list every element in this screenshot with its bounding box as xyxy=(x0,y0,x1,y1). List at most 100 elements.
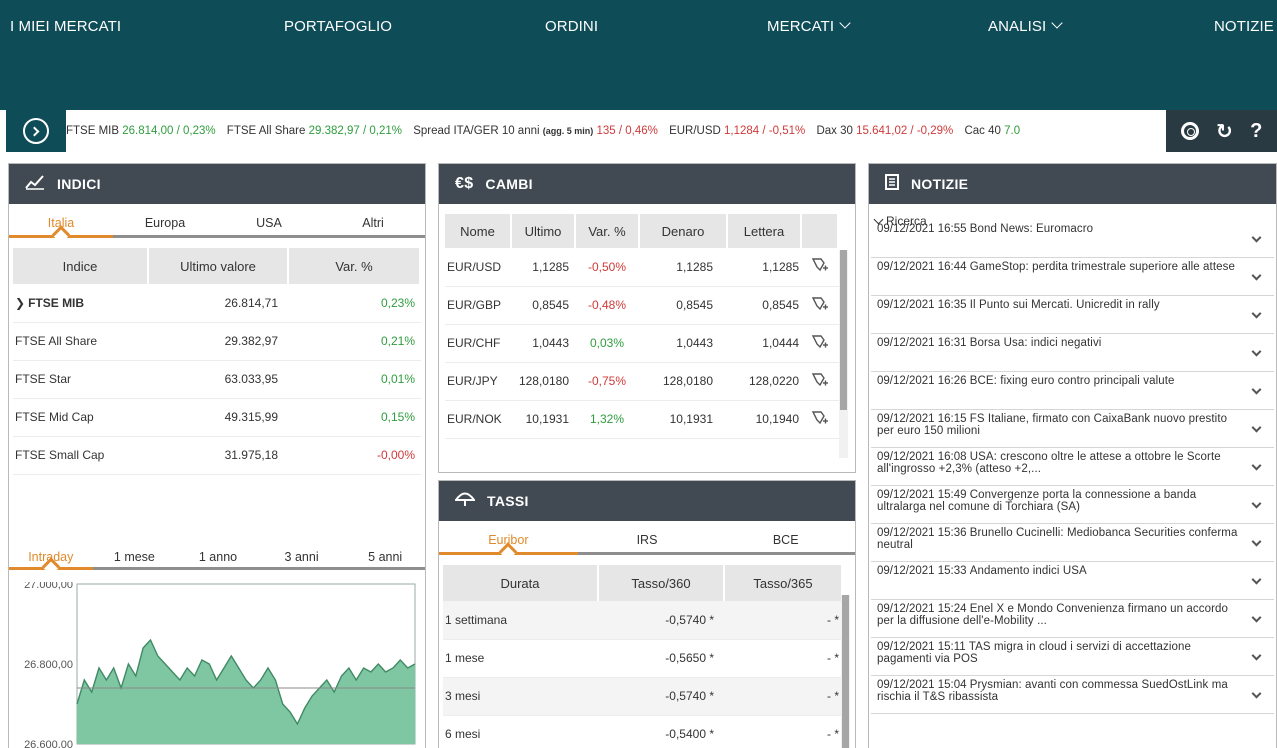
chevron-down-icon[interactable] xyxy=(1251,688,1262,699)
ticker-item[interactable]: Spread ITA/GER 10 anni (agg. 5 min) 135 … xyxy=(413,125,658,137)
col-denaro[interactable]: Denaro xyxy=(639,214,728,248)
tab-usa[interactable]: USA xyxy=(217,210,321,235)
chevron-down-icon[interactable] xyxy=(1251,270,1262,281)
search-toggle[interactable]: Ricerca xyxy=(869,204,1276,228)
tab-bce[interactable]: BCE xyxy=(716,527,855,552)
chevron-down-icon[interactable] xyxy=(1251,422,1262,433)
chevron-down-icon[interactable] xyxy=(1251,460,1262,471)
tab-intraday[interactable]: Intraday xyxy=(9,544,93,570)
cell-rate-360: -0,5650 * xyxy=(598,639,724,678)
table-row[interactable]: 1 mese -0,5650 * - * xyxy=(443,639,843,678)
refresh-icon[interactable]: ↻ xyxy=(1216,119,1233,144)
ticker-item[interactable]: EUR/USD 1,1284 / -0,51% xyxy=(669,125,805,137)
news-item[interactable]: 09/12/2021 16:44 GameStop: perdita trime… xyxy=(871,258,1274,296)
cell-rate-365: - * xyxy=(724,715,843,748)
add-alert-icon[interactable] xyxy=(811,257,829,273)
help-icon[interactable]: ? xyxy=(1250,120,1262,143)
col-indice[interactable]: Indice xyxy=(13,248,149,284)
col-nome[interactable]: Nome xyxy=(445,214,512,248)
chevron-down-icon[interactable] xyxy=(1251,384,1262,395)
chevron-down-icon[interactable] xyxy=(1251,498,1262,509)
chevron-down-icon[interactable] xyxy=(1251,612,1262,623)
news-item[interactable]: 09/12/2021 15:24 Enel X e Mondo Convenie… xyxy=(871,600,1274,638)
col-tasso-360[interactable]: Tasso/360 xyxy=(598,565,725,601)
nav-ordini[interactable]: ORDINI xyxy=(545,18,598,35)
tab-3-anni[interactable]: 3 anni xyxy=(260,544,344,567)
news-item[interactable]: 09/12/2021 16:08 USA: crescono oltre le … xyxy=(871,448,1274,486)
table-row[interactable]: 6 mesi -0,5400 * - * xyxy=(443,715,843,748)
tab-italia[interactable]: Italia xyxy=(9,210,113,238)
add-alert-icon[interactable] xyxy=(811,334,829,350)
col-lettera[interactable]: Lettera xyxy=(727,214,802,248)
cell-index-name: FTSE All Share xyxy=(13,322,148,361)
table-row[interactable]: FTSE All Share 29.382,97 0,21% xyxy=(13,322,421,361)
cambi-scrollbar[interactable] xyxy=(839,250,848,458)
nav-analisi[interactable]: ANALISI xyxy=(988,17,1063,35)
news-item[interactable]: 09/12/2021 16:15 FS Italiane, firmato co… xyxy=(871,410,1274,448)
table-row[interactable]: EUR/USD 1,1285 -0,50% 1,1285 1,1285 xyxy=(445,248,839,287)
col-ultimo[interactable]: Ultimo xyxy=(511,214,576,248)
add-alert-icon[interactable] xyxy=(811,410,829,426)
col-durata[interactable]: Durata xyxy=(443,565,599,601)
table-row[interactable]: EUR/JPY 128,0180 -0,75% 128,0180 128,0220 xyxy=(445,362,839,401)
table-row[interactable]: FTSE Star 63.033,95 0,01% xyxy=(13,360,421,399)
scrollbar-thumb[interactable] xyxy=(842,595,849,748)
nav-notizie[interactable]: NOTIZIE xyxy=(1214,18,1274,35)
chevron-down-icon[interactable] xyxy=(1251,346,1262,357)
ticker-item[interactable]: Cac 40 7.0 xyxy=(964,125,1020,137)
col-var[interactable]: Var. % xyxy=(575,214,640,248)
tassi-tabs: Euribor IRS BCE xyxy=(439,527,855,555)
table-row[interactable]: ❯ FTSE MIB 26.814,71 0,23% xyxy=(13,284,421,323)
tassi-rows: 1 settimana -0,5740 * - * 1 mese -0,5650 * - … xyxy=(443,601,843,748)
tab-irs[interactable]: IRS xyxy=(578,527,717,552)
table-row[interactable]: EUR/CHF 1,0443 0,03% 1,0443 1,0444 xyxy=(445,324,839,363)
news-item[interactable]: 09/12/2021 15:33 Andamento indici USA xyxy=(871,562,1274,600)
tab-1-mese[interactable]: 1 mese xyxy=(93,544,177,567)
tassi-scrollbar[interactable] xyxy=(841,595,850,748)
chevron-down-icon[interactable] xyxy=(1251,574,1262,585)
news-item[interactable]: 09/12/2021 15:36 Brunello Cucinelli: Med… xyxy=(871,524,1274,562)
news-item[interactable]: 09/12/2021 16:55 Bond News: Euromacro xyxy=(871,220,1274,258)
chevron-down-icon[interactable] xyxy=(1251,308,1262,319)
table-row[interactable]: EUR/NOK 10,1931 1,32% 10,1931 10,1940 xyxy=(445,400,839,439)
cell-ask: 0,8545 xyxy=(727,286,801,325)
settings-icon[interactable] xyxy=(1180,122,1199,140)
table-row[interactable]: FTSE Small Cap 31.975,18 -0,00% xyxy=(13,436,421,475)
panel-title: TASSI xyxy=(487,493,529,509)
add-alert-icon[interactable] xyxy=(811,296,829,312)
tab-euribor[interactable]: Euribor xyxy=(439,527,578,555)
scrollbar-thumb[interactable] xyxy=(840,250,847,410)
ticker-play-button[interactable] xyxy=(6,110,66,152)
nav-i-miei-mercati[interactable]: I MIEI MERCATI xyxy=(10,18,121,35)
add-alert-icon[interactable] xyxy=(811,372,829,388)
table-row[interactable]: EUR/GBP 0,8545 -0,48% 0,8545 0,8545 xyxy=(445,286,839,325)
table-row[interactable]: 3 mesi -0,5740 * - * xyxy=(443,677,843,716)
tab-europa[interactable]: Europa xyxy=(113,210,217,235)
cell-actions xyxy=(801,400,839,439)
col-var[interactable]: Var. % xyxy=(288,248,421,284)
table-row[interactable]: FTSE Mid Cap 49.315,99 0,15% xyxy=(13,398,421,437)
cell-bid: 128,0180 xyxy=(639,362,727,401)
tab-altri[interactable]: Altri xyxy=(321,210,425,235)
ticker-item[interactable]: FTSE MIB 26.814,00 / 0,23% xyxy=(66,125,216,137)
news-item[interactable]: 09/12/2021 16:35 Il Punto sui Mercati. U… xyxy=(871,296,1274,334)
news-item[interactable]: 09/12/2021 16:31 Borsa Usa: indici negat… xyxy=(871,334,1274,372)
news-item[interactable]: 09/12/2021 15:11 TAS migra in cloud i se… xyxy=(871,638,1274,676)
col-tasso-365[interactable]: Tasso/365 xyxy=(724,565,843,601)
news-item[interactable]: 09/12/2021 16:26 BCE: fixing euro contro… xyxy=(871,372,1274,410)
table-header: Indice Ultimo valore Var. % xyxy=(13,248,421,284)
nav-mercati[interactable]: MERCATI xyxy=(767,17,851,35)
news-item[interactable]: 09/12/2021 15:04 Prysmian: avanti con co… xyxy=(871,676,1274,714)
col-ultimo-valore[interactable]: Ultimo valore xyxy=(148,248,289,284)
cell-last: 128,0180 xyxy=(511,362,575,401)
chevron-down-icon[interactable] xyxy=(1251,536,1262,547)
ticker-item[interactable]: FTSE All Share 29.382,97 / 0,21% xyxy=(227,125,402,137)
tab-5-anni[interactable]: 5 anni xyxy=(343,544,425,567)
nav-portafoglio[interactable]: PORTAFOGLIO xyxy=(284,18,392,35)
tab-1-anno[interactable]: 1 anno xyxy=(176,544,260,567)
chevron-down-icon[interactable] xyxy=(1251,650,1262,661)
ticker-item[interactable]: Dax 30 15.641,02 / -0,29% xyxy=(816,125,953,137)
news-item[interactable]: 09/12/2021 15:49 Convergenze porta la co… xyxy=(871,486,1274,524)
table-row[interactable]: 1 settimana -0,5740 * - * xyxy=(443,601,843,640)
chevron-down-icon[interactable] xyxy=(1251,232,1262,243)
